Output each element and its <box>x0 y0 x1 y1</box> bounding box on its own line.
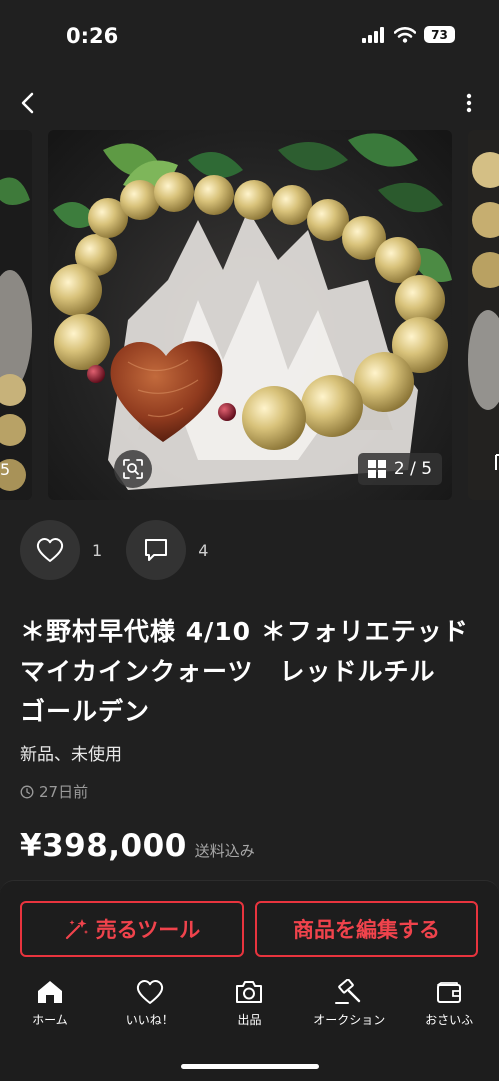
photo-counter[interactable]: 2 / 5 <box>358 453 442 485</box>
edit-item-label: 商品を編集する <box>293 918 440 942</box>
photo-counter-text: 2 / 5 <box>393 459 433 479</box>
back-button[interactable] <box>12 86 42 120</box>
zoom-scan-icon <box>123 459 143 479</box>
edit-item-button[interactable]: 商品を編集する <box>255 901 478 957</box>
like-button[interactable] <box>20 520 80 580</box>
sell-tools-label: 売るツール <box>95 918 201 942</box>
tab-wallet-label: おさいふ <box>425 1013 474 1027</box>
tab-auction[interactable]: オークション <box>299 979 399 1039</box>
home-indicator <box>181 1064 319 1069</box>
home-icon <box>37 981 62 1003</box>
tab-likes[interactable]: いいね！ <box>100 979 200 1039</box>
price-row: ¥398,000 送料込み <box>20 828 255 864</box>
tab-home-label: ホーム <box>32 1013 68 1027</box>
like-count: 1 <box>92 540 103 560</box>
comment-count: 4 <box>198 540 209 560</box>
chevron-left-icon <box>21 92 34 114</box>
heart-icon <box>136 980 163 1004</box>
main-photo[interactable] <box>48 130 452 500</box>
gavel-icon <box>335 979 361 1004</box>
camera-icon <box>236 981 263 1003</box>
bottom-panel: 売るツール 商品を編集する ホーム いいね！ 出品 オークション おさいふ <box>0 880 499 1081</box>
status-time: 0:26 <box>66 24 119 48</box>
image-gallery[interactable]: 5 2 / 5 <box>0 130 499 500</box>
posted-time-text: 27日前 <box>39 783 89 801</box>
wifi-icon <box>394 26 416 43</box>
signal-icon <box>362 26 384 43</box>
previous-photo-image <box>0 130 32 500</box>
tab-wallet[interactable]: おさいふ <box>399 979 499 1039</box>
wallet-icon <box>437 982 462 1003</box>
status-bar: 0:26 73 <box>0 0 499 72</box>
item-price: ¥398,000 <box>20 828 187 864</box>
clock-icon <box>20 785 34 798</box>
tab-likes-label: いいね！ <box>125 1013 174 1027</box>
item-actions: 1 4 <box>20 520 232 580</box>
previous-photo[interactable]: 5 <box>0 130 32 500</box>
tab-home[interactable]: ホーム <box>0 979 100 1039</box>
battery-indicator: 73 <box>424 26 455 43</box>
posted-time: 27日前 <box>20 781 88 802</box>
comment-icon <box>145 539 168 561</box>
previous-photo-number: 5 <box>0 460 11 479</box>
tab-bar: ホーム いいね！ 出品 オークション おさいふ <box>0 979 499 1039</box>
tab-listing[interactable]: 出品 <box>200 979 300 1039</box>
item-title: ＊野村早代様 4/10 ＊フォリエテッドマイカインクォーツ レッドルチル ゴール… <box>20 617 469 726</box>
more-vertical-icon <box>466 93 472 113</box>
tab-auction-label: オークション <box>313 1013 386 1027</box>
top-navigation <box>0 80 499 130</box>
magic-wand-icon <box>65 919 88 940</box>
next-photo-image <box>468 130 499 500</box>
comment-button[interactable] <box>126 520 187 580</box>
item-condition: 新品、未使用 <box>20 745 122 765</box>
tab-listing-label: 出品 <box>237 1013 262 1027</box>
product-photo-bracelet <box>50 133 452 490</box>
status-icons: 73 <box>362 26 455 43</box>
shipping-label: 送料込み <box>194 842 255 860</box>
grid-icon <box>367 460 386 478</box>
sell-tools-button[interactable]: 売るツール <box>20 901 244 957</box>
heart-icon <box>36 538 64 562</box>
more-options-button[interactable] <box>459 88 479 118</box>
zoom-button[interactable] <box>114 450 152 488</box>
next-photo[interactable] <box>468 130 499 500</box>
